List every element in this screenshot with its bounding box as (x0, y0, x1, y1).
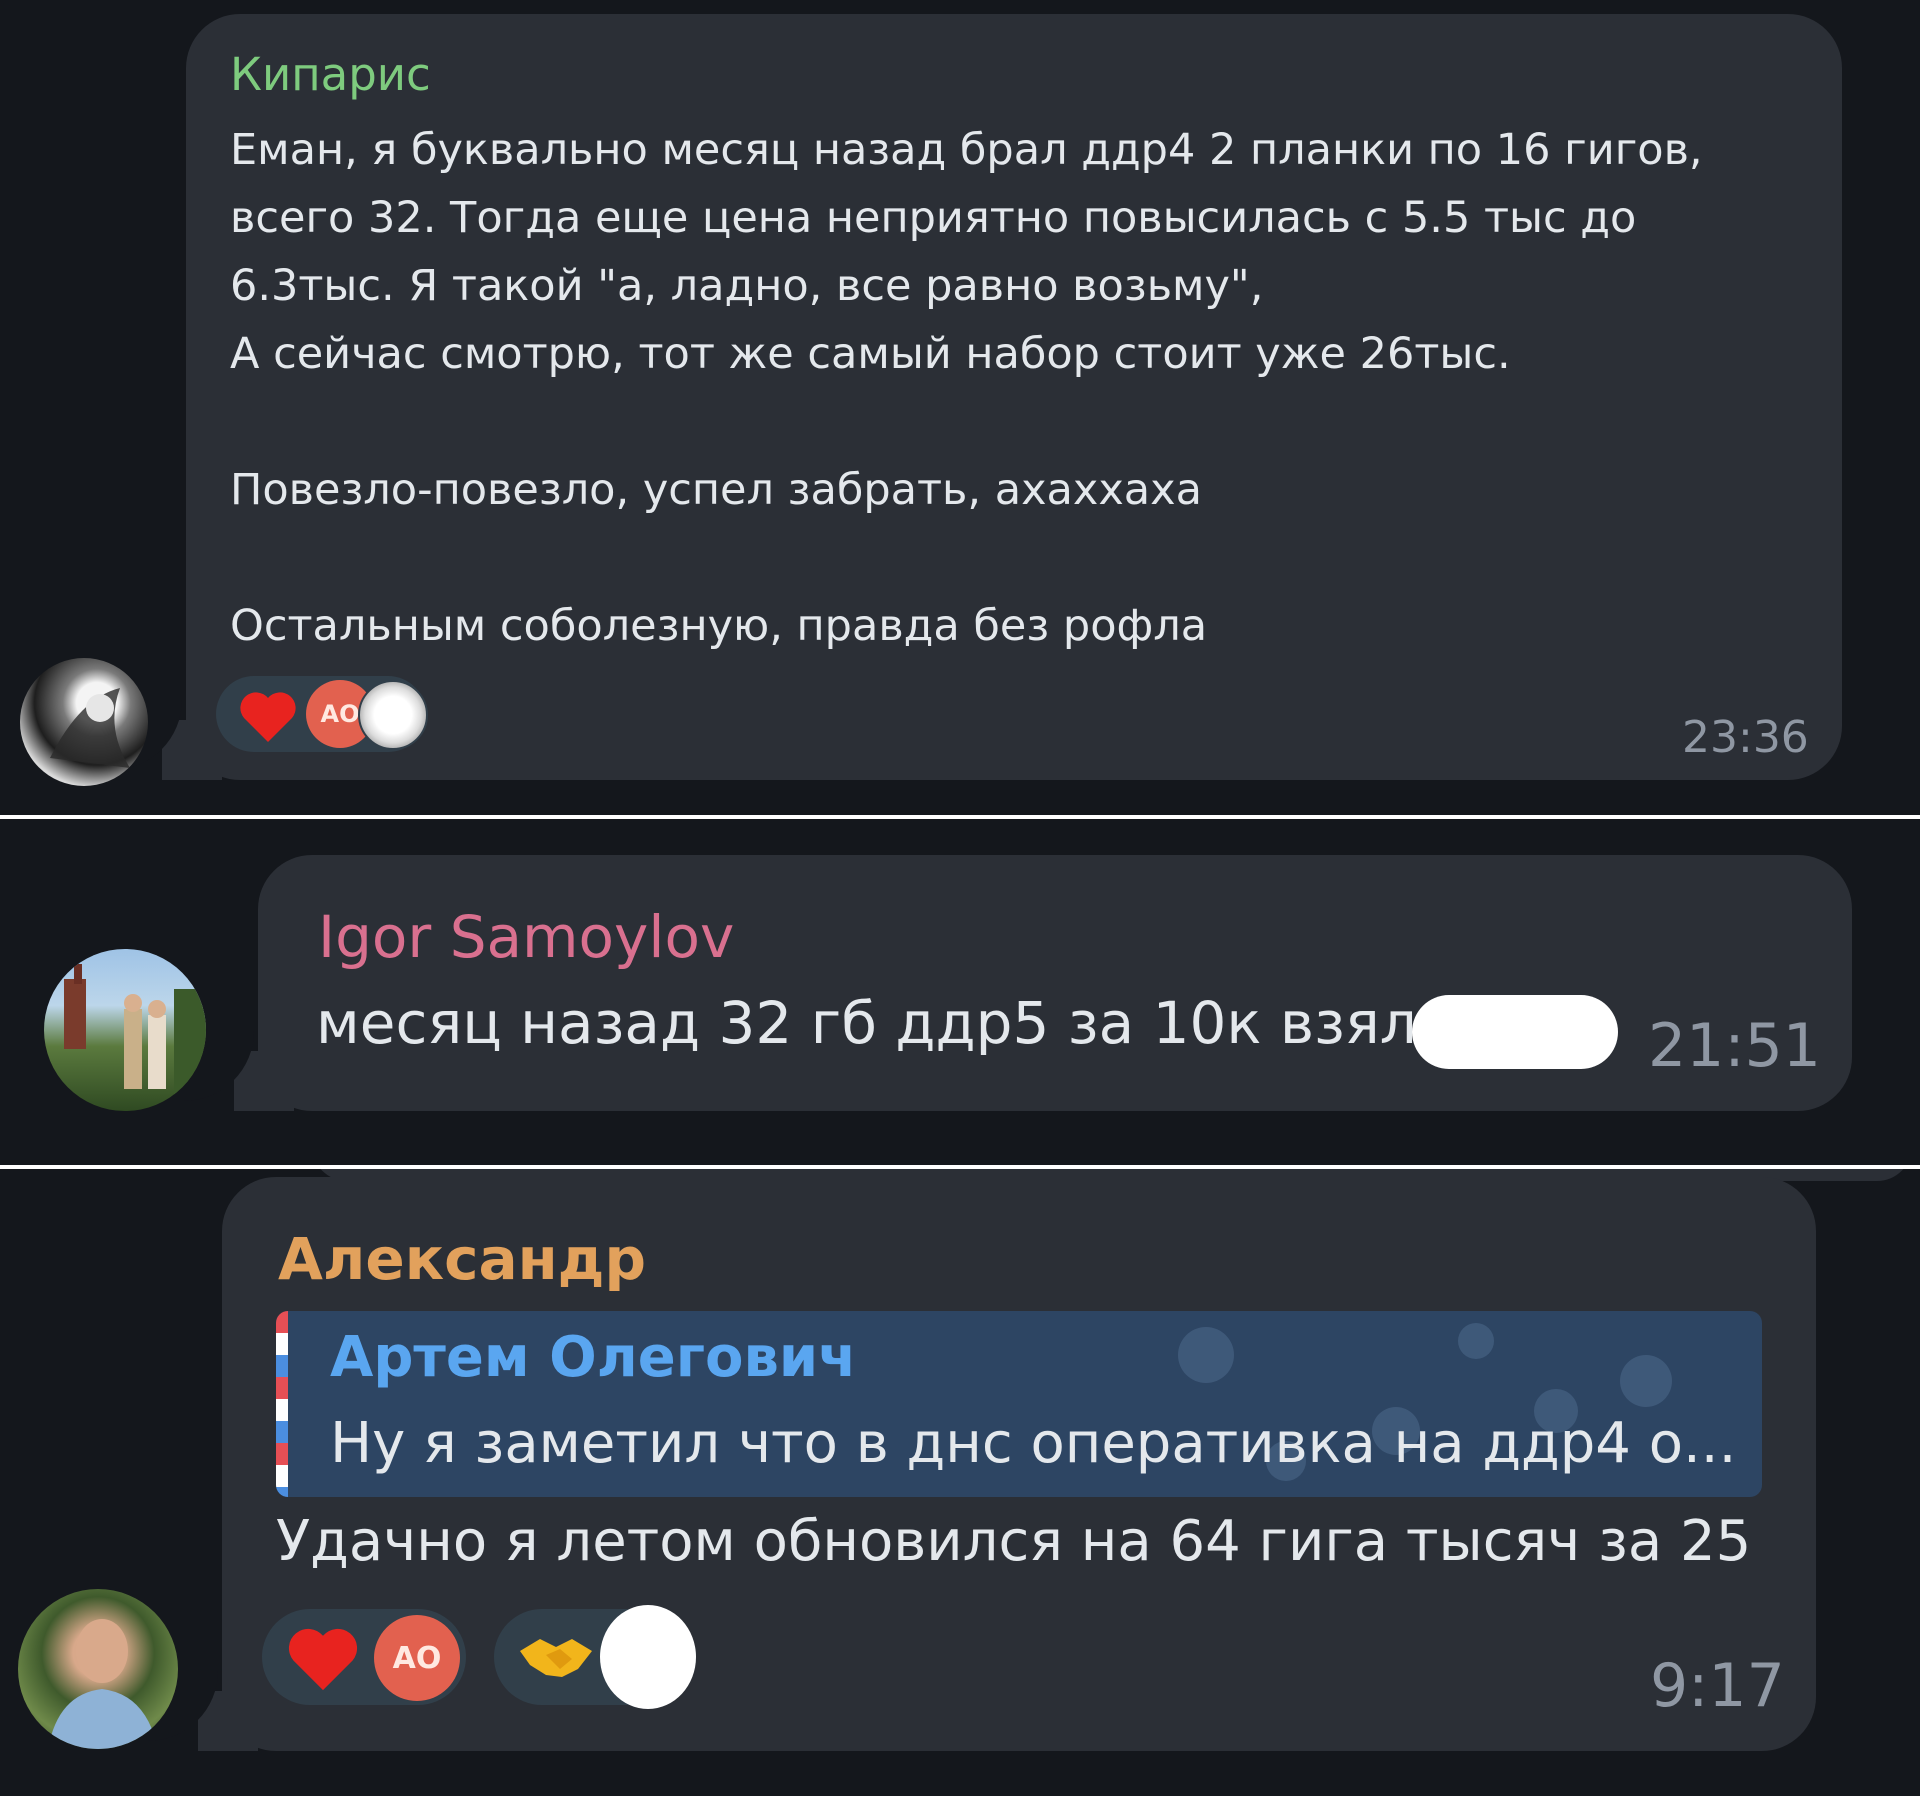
message-line: Повезло-повезло, успел забрать, ахаххаха (230, 465, 1202, 515)
avatar[interactable] (18, 1589, 178, 1749)
message-text: Удачно я летом обновился на 64 гига тыся… (276, 1509, 1752, 1574)
reply-quote[interactable]: Артем Олегович Ну я заметил что в днс оп… (276, 1311, 1762, 1497)
reaction-heart[interactable]: АО (216, 676, 428, 752)
message-line: Еман, я буквально месяц назад брал ддр4 … (230, 125, 1703, 175)
avatar-image (48, 1619, 158, 1749)
heart-icon (240, 692, 296, 742)
reply-author: Артем Олегович (330, 1325, 857, 1390)
avatar[interactable] (44, 949, 206, 1111)
message-line: всего 32. Тогда еще цена неприятно повыс… (230, 193, 1637, 243)
message-time: 9:17 (1650, 1651, 1785, 1721)
message-panel-3: Александр Артем Олегович Ну я заметил чт… (0, 1169, 1920, 1796)
message-line (230, 524, 1703, 592)
message-line: Остальным соболезную, правда без рофла (230, 601, 1208, 651)
message-panel-1: Кипарис Еман, я буквально месяц назад бр… (0, 0, 1920, 815)
redaction-blob (1412, 995, 1618, 1069)
message-line: 6.3тыс. Я такой "а, ладно, все равно воз… (230, 261, 1264, 311)
redaction-blob (600, 1605, 696, 1709)
reaction-handshake[interactable] (494, 1605, 696, 1709)
reactor-sticker-avatar (358, 680, 428, 750)
sender-name[interactable]: Александр (278, 1225, 646, 1293)
reaction-heart[interactable]: АО (262, 1609, 466, 1705)
message-panel-2: Igor Samoylov месяц назад 32 гб ддр5 за … (0, 819, 1920, 1165)
sender-name[interactable]: Igor Samoylov (318, 903, 734, 971)
message-line (230, 388, 1703, 456)
message-line: А сейчас смотрю, тот же самый набор стои… (230, 329, 1511, 379)
reactor-avatar: АО (374, 1615, 460, 1701)
sender-name[interactable]: Кипарис (230, 48, 431, 101)
message-text: месяц назад 32 гб ддр5 за 10к взял (316, 989, 1417, 1057)
avatar[interactable] (20, 658, 148, 786)
message-bubble[interactable] (258, 855, 1852, 1111)
handshake-icon (520, 1639, 592, 1677)
reply-text: Ну я заметил что в днс оперативка на ддр… (330, 1411, 1737, 1476)
avatar-image (50, 688, 130, 768)
avatar-image (64, 964, 206, 1111)
message-text: Еман, я буквально месяц назад брал ддр4 … (230, 116, 1703, 660)
heart-icon (288, 1628, 358, 1691)
message-time: 21:51 (1648, 1011, 1821, 1081)
message-time: 23:36 (1682, 712, 1809, 763)
